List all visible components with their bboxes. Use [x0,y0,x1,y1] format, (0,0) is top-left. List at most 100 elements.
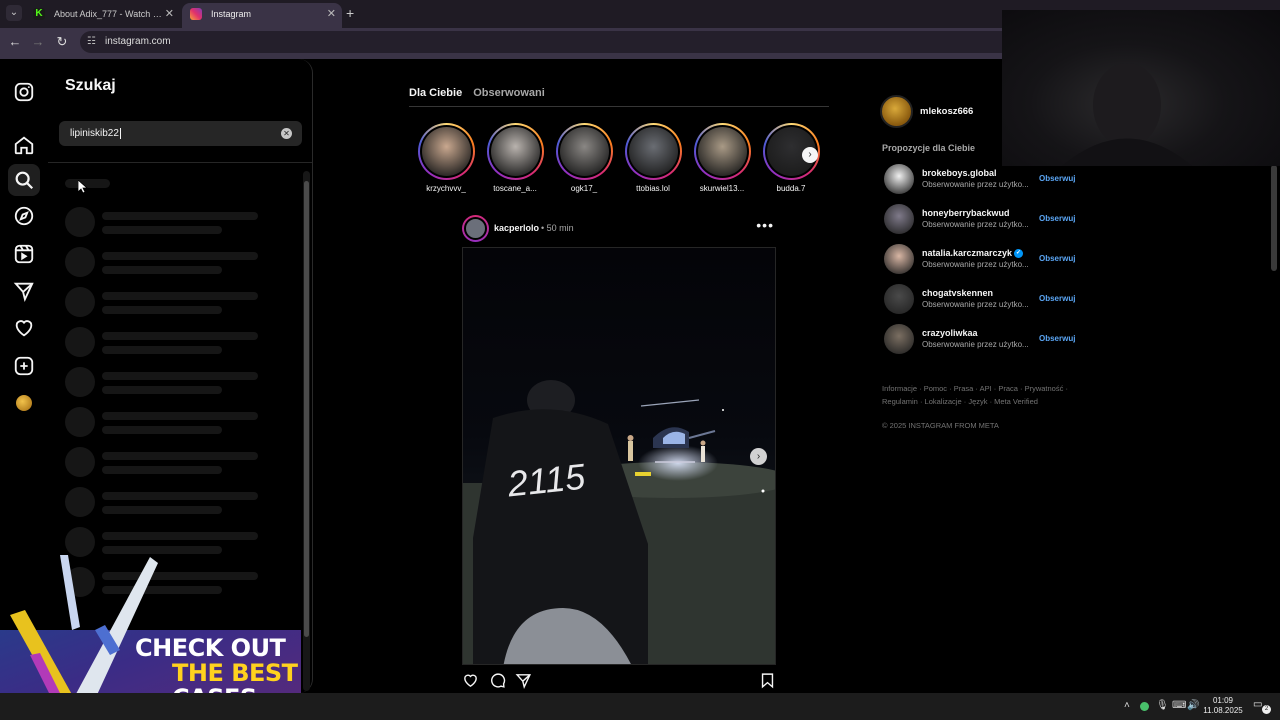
post-author-username[interactable]: kacperlolo [494,223,539,233]
suggestion-username[interactable]: crazyoliwkaa [922,328,978,338]
reload-icon[interactable]: ↻ [54,34,70,50]
tab-search-menu-button[interactable]: ⌄ [6,5,22,21]
tab-instagram[interactable]: Instagram ✕ [182,3,342,28]
avatar [559,127,609,176]
page-scrollbar-thumb[interactable] [1271,165,1277,271]
avatar[interactable] [884,324,914,354]
story-ring-inner [419,125,473,178]
like-heart-icon[interactable] [462,672,479,689]
story-item[interactable]: toscane_a... [485,123,545,193]
save-bookmark-icon[interactable] [759,672,776,689]
footer-link[interactable]: Prasa [954,384,974,393]
avatar [421,127,471,176]
follow-button[interactable]: Obserwuj [1039,214,1075,223]
avatar[interactable] [884,204,914,234]
ad-weapons-illustration [10,555,158,710]
story-ring [624,123,682,180]
skeleton-bar [102,492,258,500]
messages-paper-plane-icon[interactable] [13,280,35,302]
reels-icon[interactable] [13,243,35,265]
suggestion-item: chogatvskennen Obserwowanie przez użytko… [884,284,1084,314]
network-icon[interactable]: ⌨ [1172,700,1186,711]
explore-compass-icon[interactable] [13,205,35,227]
comment-icon[interactable] [489,672,506,689]
story-ring-inner [626,125,680,178]
skeleton-avatar [65,327,95,357]
footer-link[interactable]: Język [968,397,987,406]
skeleton-bar [102,452,258,460]
follow-button[interactable]: Obserwuj [1039,174,1075,183]
avatar[interactable] [884,164,914,194]
suggestion-username-text: honeyberrybackwud [922,208,1010,218]
skeleton-avatar [65,487,95,517]
skeleton-avatar [65,407,95,437]
footer-link[interactable]: Meta Verified [994,397,1038,406]
instagram-logo-icon[interactable] [13,81,35,103]
tray-overflow-chevron-icon[interactable]: ˄ [1124,700,1130,711]
skeleton-bar [102,506,222,514]
suggestion-username[interactable]: honeyberrybackwud [922,208,1010,218]
avatar [464,217,487,240]
story-ring-inner [557,125,611,178]
follow-button[interactable]: Obserwuj [1039,334,1075,343]
story-item[interactable]: krzychvvv_ [416,123,476,193]
share-paper-plane-icon[interactable] [515,672,532,689]
tab-following[interactable]: Obserwowani [473,87,545,99]
tray-app-status-icon[interactable] [1140,702,1149,711]
stories-next-chevron-icon[interactable]: › [802,147,818,163]
story-item[interactable]: ogk17_ [554,123,614,193]
post-author-avatar[interactable] [462,215,489,242]
follow-button[interactable]: Obserwuj [1039,254,1075,263]
footer-link[interactable]: Pomoc [924,384,947,393]
forward-arrow-icon[interactable]: → [30,34,46,49]
suggestion-username[interactable]: brokeboys.global [922,168,997,178]
story-ring-inner [695,125,749,178]
story-username: ttobias.lol [636,184,670,193]
mouse-cursor-icon [78,180,88,194]
avatar [697,127,747,176]
story-username: ogk17_ [570,184,598,193]
url-field[interactable]: ☷ instagram.com [80,31,1020,53]
more-options-icon[interactable]: ••• [756,217,774,233]
clear-search-icon[interactable]: ✕ [281,128,292,139]
story-item[interactable]: ttobias.lol [623,123,683,193]
webcam-overlay [1002,10,1280,166]
volume-icon[interactable]: 🔊 [1187,700,1199,711]
footer-link[interactable]: API [980,384,992,393]
home-icon[interactable] [13,134,35,156]
footer-link[interactable]: Prywatność [1025,384,1064,393]
close-icon[interactable]: ✕ [327,3,336,25]
avatar[interactable] [884,284,914,314]
tab-kick[interactable]: K About Adix_777 - Watch Live o ✕ [25,3,180,28]
current-user-avatar[interactable] [880,95,913,128]
close-icon[interactable]: ✕ [165,3,174,25]
create-plus-icon[interactable] [13,355,35,377]
current-user-username[interactable]: mlekosz666 [920,106,973,117]
notifications-heart-icon[interactable] [13,317,35,339]
back-arrow-icon[interactable]: ← [7,34,23,49]
search-icon[interactable] [8,164,40,196]
search-panel-title: Szukaj [65,77,116,94]
footer-link[interactable]: Regulamin [882,397,918,406]
tab-for-you[interactable]: Dla Ciebie [409,87,462,99]
follow-button[interactable]: Obserwuj [1039,294,1075,303]
profile-avatar[interactable] [16,395,38,417]
search-input[interactable]: lipiniskib22 ✕ [59,121,302,146]
footer-link[interactable]: Praca [998,384,1018,393]
microphone-icon[interactable]: 🎙 [1156,700,1169,711]
story-item[interactable]: skurwiel13... [692,123,752,193]
site-settings-icon[interactable]: ☷ [87,31,96,53]
footer-link[interactable]: Lokalizacje [925,397,962,406]
new-tab-button[interactable]: + [346,5,354,21]
media-next-chevron-icon[interactable]: › [750,448,767,465]
skeleton-bar [102,466,222,474]
avatar[interactable] [884,244,914,274]
instagram-icon [190,8,202,20]
avatar [628,127,678,176]
suggestion-username[interactable]: natalia.karczmarczyk ✓ [922,248,1024,259]
post-media[interactable]: 2115 [462,247,776,665]
suggestion-username[interactable]: chogatvskennen [922,288,993,298]
taskbar-clock[interactable]: 01:09 11.08.2025 [1200,696,1246,716]
footer-link[interactable]: Informacje [882,384,917,393]
scrollbar-thumb[interactable] [304,181,309,637]
